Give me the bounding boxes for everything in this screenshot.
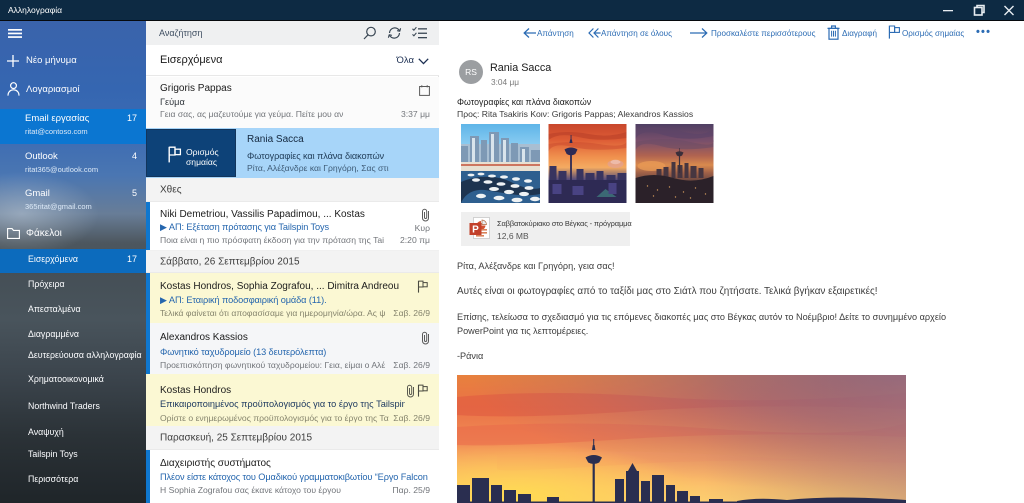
svg-text:P: P (472, 225, 479, 236)
